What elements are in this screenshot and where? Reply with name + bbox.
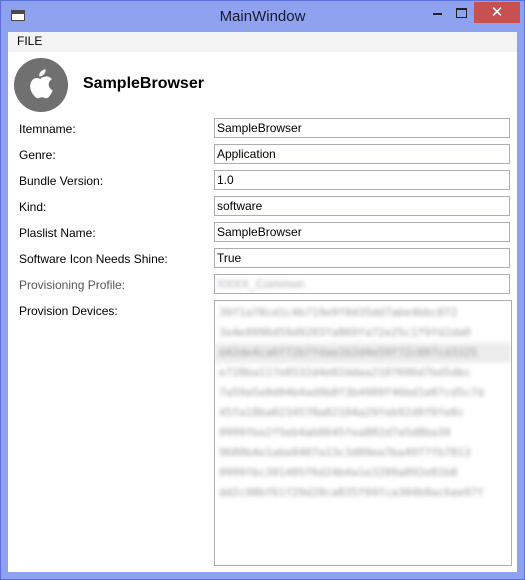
playlist-name-label: Plaslist Name: [19, 226, 96, 240]
list-item[interactable]: 39f1a78cd1c4b719e9f0d35dd7abe4bbc072 [219, 303, 507, 323]
playlist-name-field[interactable]: SampleBrowser [214, 222, 510, 242]
app-name-heading: SampleBrowser [83, 75, 204, 92]
apple-logo-icon [14, 58, 68, 112]
list-item[interactable]: 9999fbc391405f6d24b4a1e3209a092e81b8 [219, 463, 507, 483]
client-area: FILE SampleBrowser Itemname: SampleBrows… [8, 32, 517, 572]
genre-label: Genre: [19, 148, 56, 162]
kind-label: Kind: [19, 200, 47, 214]
minimize-button[interactable] [425, 2, 450, 23]
close-button[interactable]: ✕ [474, 2, 520, 23]
list-item[interactable]: dd2c98bf61f29d20ca035f04fca304b9ac6ae97f [219, 483, 507, 503]
list-item[interactable]: e728ba117e0532d4e02ddaa2107696d7bd5dbc [219, 363, 507, 383]
list-item[interactable]: d42de4ca6f72b7fdae1b2d4e59f72c807cd3325 [215, 343, 511, 363]
itemname-label: Itemname: [19, 122, 76, 136]
main-window: MainWindow ✕ FILE SampleBrowser Itemname… [0, 0, 525, 580]
menu-bar: FILE [8, 32, 517, 52]
provisioning-profile-field: XXXX_Common [214, 274, 510, 294]
provisioning-profile-value: XXXX_Common [217, 277, 305, 291]
bundle-version-field[interactable]: 1.0 [214, 170, 510, 190]
provision-devices-list[interactable]: 39f1a78cd1c4b719e9f0d35dd7abe4bbc072 3e4… [214, 300, 512, 566]
list-item[interactable]: 7a59a5e8d04b4ad9b8f3b4909f46bd1e07cd5c7d [219, 383, 507, 403]
list-item[interactable]: 9680b4e1abe0407a13c3d09ea7ba4977fb7813 [219, 443, 507, 463]
bundle-version-label: Bundle Version: [19, 174, 104, 188]
kind-field[interactable]: software [214, 196, 510, 216]
genre-field[interactable]: Application [214, 144, 510, 164]
close-icon: ✕ [490, 4, 504, 21]
list-item[interactable]: 9999fba2f5eb4ab0645fea802d7a5d8ba39 [219, 423, 507, 443]
icon-shine-field[interactable]: True [214, 248, 510, 268]
icon-shine-label: Software Icon Needs Shine: [19, 252, 168, 266]
itemname-field[interactable]: SampleBrowser [214, 118, 510, 138]
maximize-button[interactable] [451, 2, 473, 23]
list-item[interactable]: 3e4e9996d59d9203fa869fa72e25c1f9fd2da0 [219, 323, 507, 343]
provisioning-profile-label: Provisioning Profile: [19, 278, 126, 292]
provision-devices-label: Provision Devices: [19, 304, 118, 318]
list-item[interactable]: 45fa18ba0234570a02104a29feb92d9f0fe0c [219, 403, 507, 423]
title-bar[interactable]: MainWindow ✕ [1, 1, 524, 32]
menu-file[interactable]: FILE [15, 34, 44, 48]
